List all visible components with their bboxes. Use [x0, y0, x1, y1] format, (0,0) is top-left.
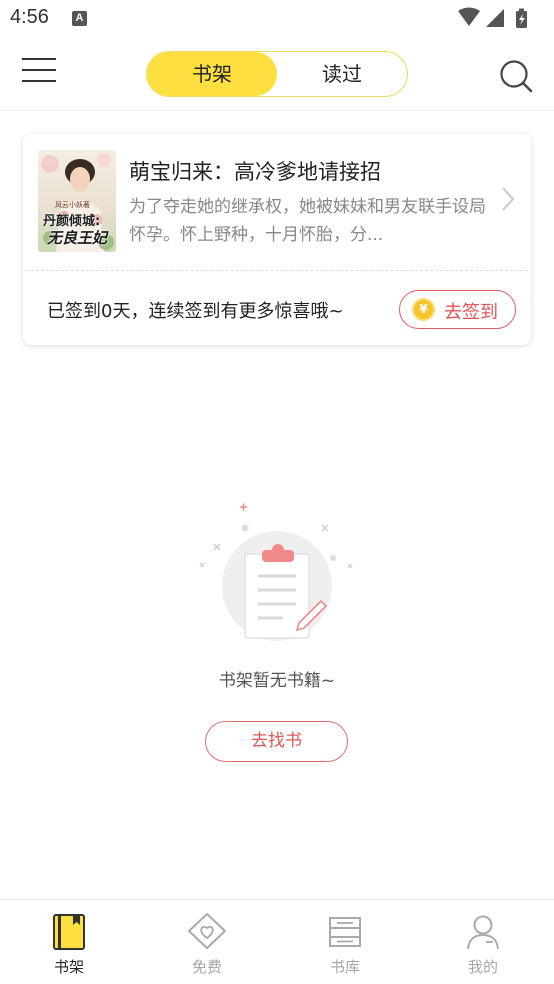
nav-item-mine[interactable]: 我的 [414, 900, 552, 984]
signin-button-label: 去签到 [444, 302, 498, 323]
cover-title-bottom: 无良王妃 [47, 229, 108, 247]
bookshelf-icon [53, 914, 85, 950]
status-time: 4:56 [10, 6, 49, 28]
tab-bookshelf[interactable]: 书架 [147, 52, 277, 96]
wifi-icon [458, 7, 480, 26]
free-tag-icon [188, 913, 226, 949]
menu-icon[interactable] [22, 58, 56, 88]
bottom-navigation: 书架 免费 书库 我的 [0, 899, 554, 984]
tab-read-history[interactable]: 读过 [277, 52, 407, 96]
nav-label-bookshelf: 书架 [53, 958, 84, 976]
recommended-book-card[interactable]: 风云小妖著 丹颜倾城: 无良王妃 萌宝归来：高冷爹地请接招 为了夺走她的继承权，… [23, 134, 531, 345]
profile-icon [467, 915, 499, 950]
cellular-signal-icon [486, 9, 504, 27]
status-system-icons [458, 7, 527, 28]
book-title[interactable]: 萌宝归来：高冷爹地请接招 [129, 156, 381, 186]
nav-label-free: 免费 [191, 958, 222, 976]
shelf-tab-switch: 书架 读过 [146, 51, 408, 97]
empty-shelf-message: 书架暂无书籍~ [218, 671, 336, 691]
nav-item-free[interactable]: 免费 [138, 900, 276, 984]
nav-item-bookshelf[interactable]: 书架 [0, 900, 138, 984]
nav-item-library[interactable]: 书库 [276, 900, 414, 984]
chevron-right-icon[interactable] [501, 186, 515, 212]
book-description: 为了夺走她的继承权，她被妹妹和男友联手设局怀孕。怀上野种，十月怀胎，分... [129, 197, 486, 245]
status-bar: 4:56 A [0, 0, 554, 38]
library-stack-icon [329, 917, 361, 947]
nav-label-library: 书库 [329, 958, 360, 976]
signin-status-text: 已签到0天，连续签到有更多惊喜哦~ [47, 301, 344, 322]
notification-app-icon: A [72, 11, 87, 26]
search-icon[interactable] [498, 58, 534, 94]
find-books-button[interactable]: 去找书 [205, 721, 348, 762]
signin-button[interactable]: ¥ 去签到 [399, 290, 516, 329]
cover-author-text: 风云小妖著 [55, 201, 90, 209]
empty-shelf-illustration [199, 503, 353, 641]
nav-label-mine: 我的 [467, 958, 498, 976]
top-bar: 书架 读过 [0, 38, 554, 111]
coin-icon: ¥ [412, 298, 435, 321]
card-divider [26, 270, 528, 271]
battery-icon [516, 8, 527, 28]
book-cover[interactable]: 风云小妖著 丹颜倾城: 无良王妃 [38, 150, 116, 252]
